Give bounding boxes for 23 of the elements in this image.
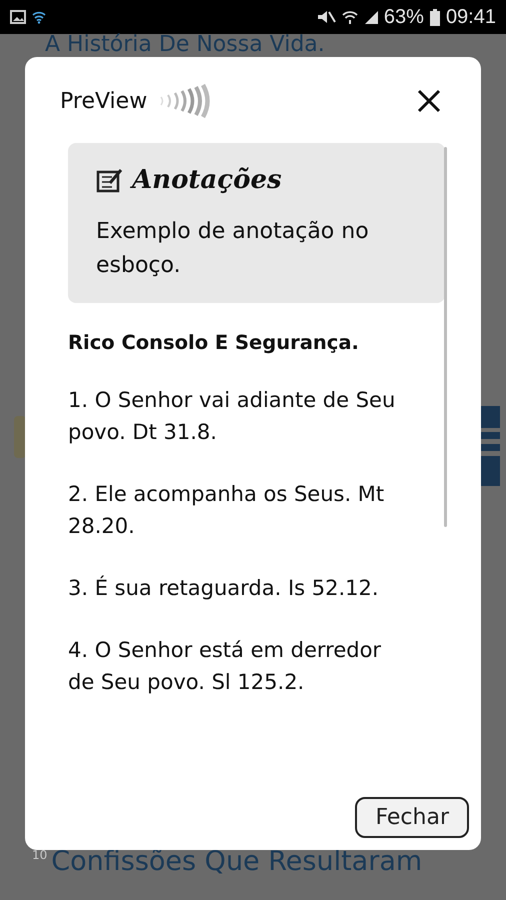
- battery-icon: [430, 8, 440, 26]
- image-icon: [10, 10, 26, 24]
- wifi-icon: [342, 9, 358, 25]
- outline-point: 4. O Senhor está em derredor de Seu povo. Sl 125.2.: [68, 637, 382, 696]
- menu-icon: [480, 406, 500, 486]
- outline-point: 3. É sua retaguarda. Is 52.12.: [68, 574, 380, 602]
- clock: 09:41: [446, 6, 496, 28]
- wifi-icon: [32, 10, 46, 24]
- dialog-title: PreView: [60, 88, 148, 114]
- outline-point: 2. Ele acompanha os Seus. Mt 28.20.: [68, 481, 386, 540]
- note-heading: Anotações: [132, 165, 282, 195]
- signal-icon: [364, 10, 378, 24]
- battery-percent: 63%: [384, 6, 424, 28]
- notepad-icon: [96, 167, 124, 193]
- outline-title: Rico Consolo E Segurança.: [68, 331, 360, 354]
- close-button[interactable]: Fechar: [355, 797, 469, 838]
- note-text: Exemplo de anotação no esboço.: [96, 218, 370, 280]
- list-heading: A História De Nossa Vida.: [45, 34, 325, 56]
- scrollbar[interactable]: [444, 147, 447, 527]
- item-number: 10: [32, 848, 48, 862]
- outline-point: 1. O Senhor vai adiante de Seu povo. Dt 31.8.: [68, 387, 396, 446]
- mute-icon: [316, 9, 336, 25]
- close-button[interactable]: [417, 89, 441, 113]
